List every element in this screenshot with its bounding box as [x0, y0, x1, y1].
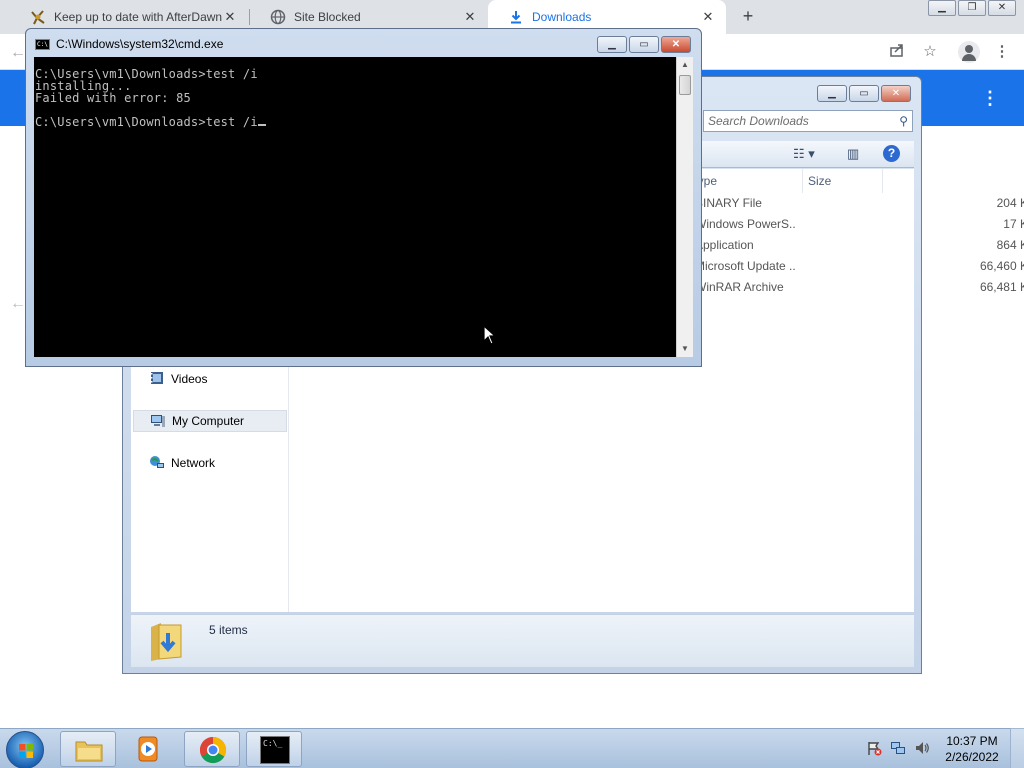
file-size: 864 KB	[996, 238, 1024, 252]
close-button[interactable]: ✕	[988, 0, 1016, 16]
cmd-scrollbar[interactable]: ▲ ▼	[676, 57, 693, 357]
mouse-pointer-icon	[483, 324, 497, 345]
file-type: Windows PowerS...	[695, 217, 795, 231]
globe-icon	[270, 9, 286, 25]
media-player-icon	[138, 736, 158, 762]
cmd-app-icon: C:\	[35, 39, 50, 50]
taskbar-cmd-button[interactable]: C:\_	[246, 731, 302, 767]
restore-button[interactable]: ❐	[958, 0, 986, 16]
cmd-window-title: C:\Windows\system32\cmd.exe	[56, 37, 224, 51]
windows-logo-icon	[19, 744, 33, 758]
cmd-icon: C:\_	[260, 736, 290, 764]
console-line: Failed with error: 85	[35, 91, 191, 105]
download-icon	[508, 9, 524, 25]
action-center-flag-icon[interactable]	[866, 740, 882, 756]
file-type: WinRAR Archive	[695, 280, 784, 294]
nav-label: My Computer	[172, 414, 245, 428]
explorer-window-controls: ▁ ▭ ✕	[815, 85, 911, 102]
view-options-icon[interactable]: ☷ ▾	[793, 146, 815, 162]
scroll-thumb[interactable]	[679, 75, 691, 95]
nav-item-my-computer[interactable]: My Computer	[133, 410, 287, 432]
scroll-down-icon[interactable]: ▼	[677, 341, 693, 357]
text-cursor	[257, 124, 266, 126]
column-header-type[interactable]: Type	[691, 169, 803, 193]
share-icon[interactable]	[887, 42, 907, 62]
minimize-button[interactable]: ▁	[928, 0, 956, 16]
nav-label: Videos	[171, 372, 208, 386]
bookmark-star-icon[interactable]: ☆	[920, 42, 940, 62]
back-arrow-icon[interactable]: ←	[10, 44, 26, 62]
close-icon[interactable]: ✕	[462, 9, 478, 25]
file-type: BINARY File	[695, 196, 762, 210]
downloads-folder-icon	[149, 619, 185, 663]
afterdawn-icon	[30, 9, 46, 25]
console-prompt-line: C:\Users\vm1\Downloads>test /i	[35, 116, 676, 128]
more-options-icon[interactable]: ⋮	[980, 88, 1000, 108]
taskbar-media-player-button[interactable]	[120, 731, 176, 767]
column-header-size[interactable]: Size	[803, 169, 883, 193]
videos-icon	[149, 371, 165, 387]
page-back-arrow-icon[interactable]: ←	[10, 295, 26, 313]
tab-title: Site Blocked	[294, 10, 361, 24]
maximize-button[interactable]: ▭	[629, 36, 659, 53]
browser-window-controls: ▁ ❐ ✕	[926, 0, 1016, 18]
file-type: Application	[695, 238, 754, 252]
tab-title: Downloads	[532, 10, 592, 24]
search-icon[interactable]: ⚲	[899, 111, 908, 131]
nav-item-network[interactable]: Network	[133, 452, 287, 474]
taskbar-chrome-button[interactable]	[184, 731, 240, 767]
clock-time: 10:37 PM	[946, 734, 998, 748]
search-placeholder: Search Downloads	[708, 114, 809, 128]
chrome-icon	[199, 736, 227, 764]
tab-title: Keep up to date with AfterDawn!	[54, 10, 222, 24]
profile-avatar[interactable]	[958, 41, 980, 63]
volume-icon[interactable]	[914, 740, 930, 756]
new-tab-button[interactable]: +	[738, 6, 758, 26]
file-size: 66,460 KB	[979, 259, 1024, 273]
preview-pane-icon[interactable]: ▥	[847, 146, 859, 162]
file-size: 66,481 KB	[979, 280, 1024, 294]
minimize-button[interactable]: ▁	[817, 85, 847, 102]
file-size: 204 KB	[996, 196, 1024, 210]
folder-icon	[75, 741, 103, 762]
file-size: 17 KB	[1003, 217, 1024, 231]
cmd-window: C:\ C:\Windows\system32\cmd.exe ▁ ▭ ✕ C:…	[25, 28, 702, 367]
computer-icon	[150, 413, 166, 429]
nav-label: Network	[171, 456, 216, 470]
clock-date: 2/26/2022	[945, 750, 999, 764]
details-pane: 5 items	[131, 614, 914, 667]
help-icon[interactable]: ?	[883, 145, 900, 162]
network-icon	[149, 455, 165, 471]
nav-item-videos[interactable]: Videos	[133, 368, 287, 390]
cmd-window-controls: ▁ ▭ ✕	[595, 36, 691, 53]
close-icon[interactable]: ✕	[700, 9, 716, 25]
console-output[interactable]: C:\Users\vm1\Downloads>test /i installin…	[34, 57, 676, 357]
show-desktop-button[interactable]	[1010, 728, 1024, 768]
scroll-up-icon[interactable]: ▲	[677, 57, 693, 73]
minimize-button[interactable]: ▁	[597, 36, 627, 53]
maximize-button[interactable]: ▭	[849, 85, 879, 102]
console-prompt-text: C:\Users\vm1\Downloads>test /i	[35, 115, 258, 129]
taskbar-explorer-button[interactable]	[60, 731, 116, 767]
close-button[interactable]: ✕	[661, 36, 691, 53]
network-tray-icon[interactable]	[890, 740, 906, 756]
close-icon[interactable]: ✕	[222, 9, 238, 25]
item-count: 5 items	[209, 623, 248, 637]
start-button[interactable]	[6, 731, 44, 768]
file-type: Microsoft Update ...	[695, 259, 795, 273]
taskbar-clock[interactable]: 10:37 PM 2/26/2022	[940, 733, 1004, 765]
close-button[interactable]: ✕	[881, 85, 911, 102]
menu-kebab-icon[interactable]: ⋮	[992, 42, 1012, 62]
search-input[interactable]: Search Downloads ⚲	[703, 110, 913, 132]
